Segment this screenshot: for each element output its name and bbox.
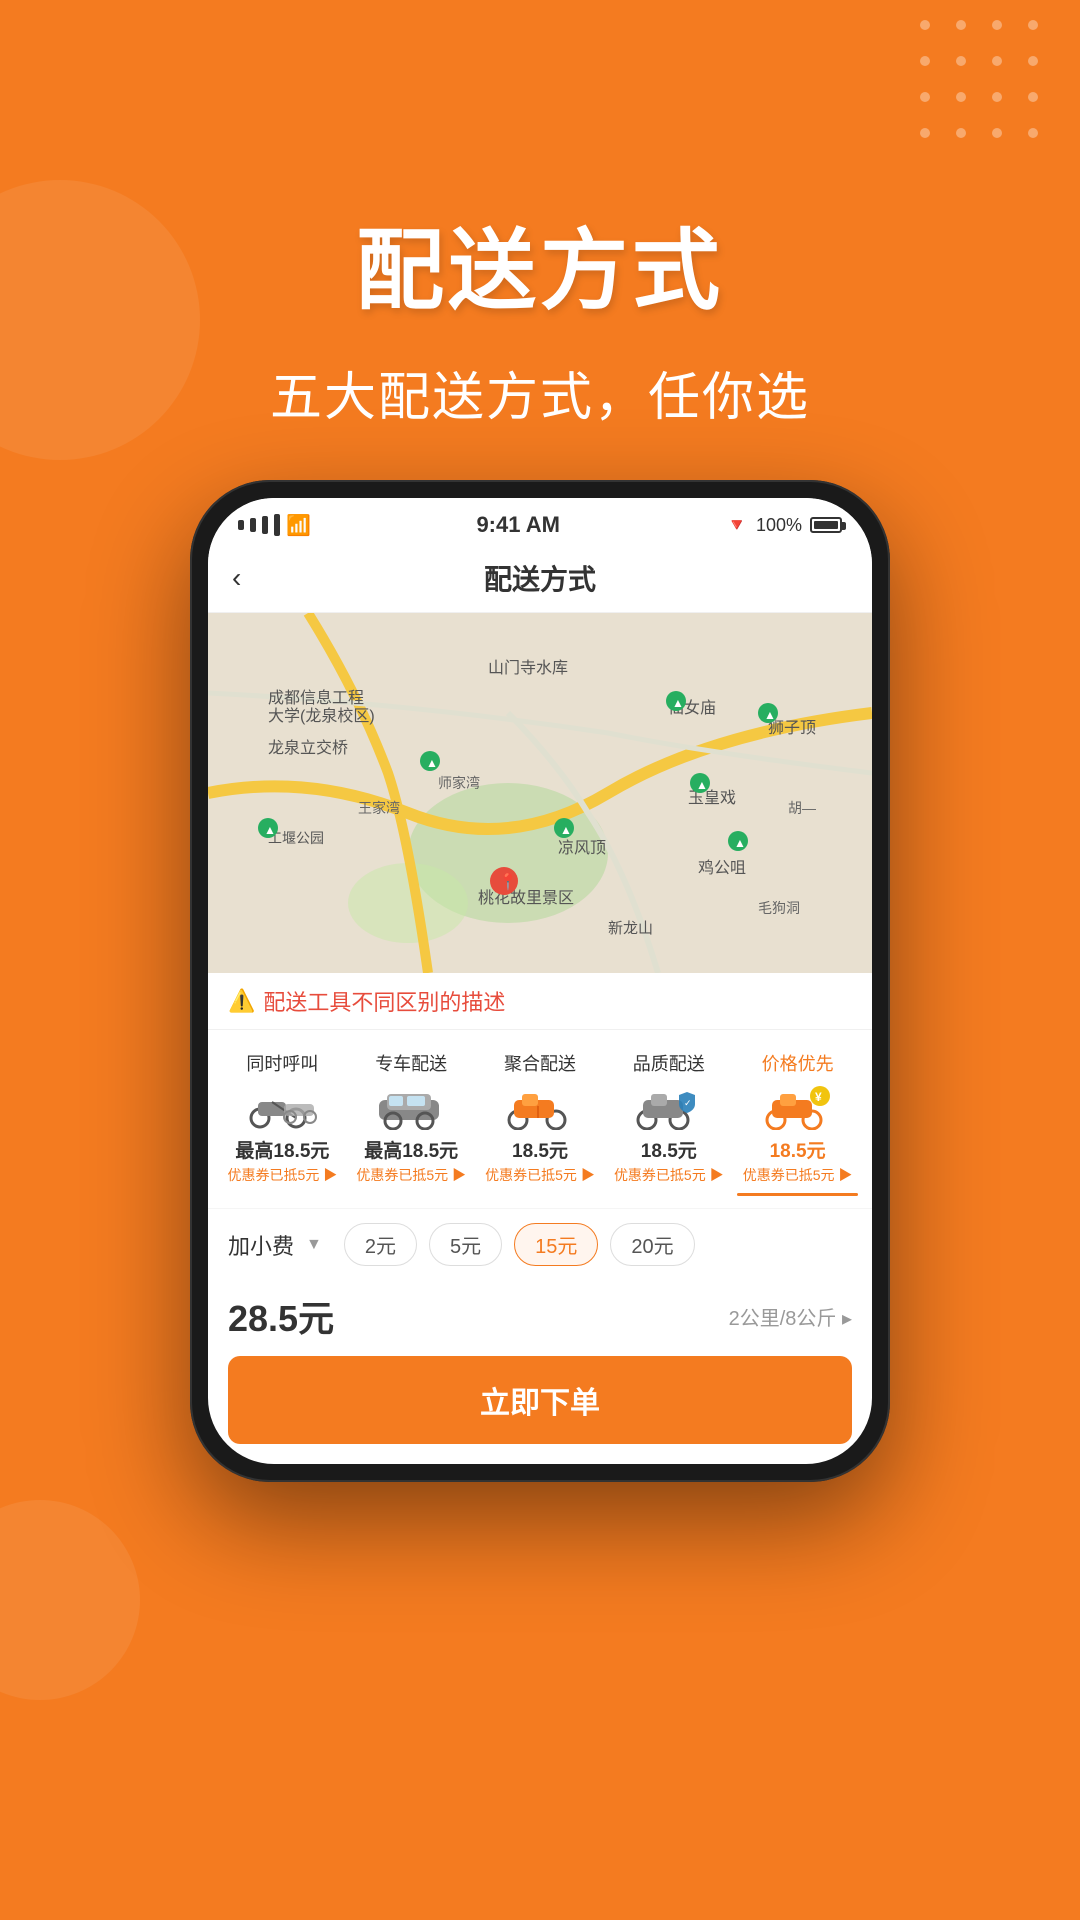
add-fee-arrow: ▼ [306,1236,322,1254]
option-icon-2 [500,1084,580,1130]
delivery-options: 同时呼叫 [208,1030,872,1208]
svg-text:鸡公咀: 鸡公咀 [698,859,746,877]
option-price-3: 18.5元 [641,1136,697,1163]
bg-arc-bottom [0,1500,140,1700]
option-coupon-2: 优惠券已抵5元 ▶ [485,1165,595,1185]
option-name-3: 品质配送 [633,1050,705,1076]
hero-section: 配送方式 五大配送方式，任你选 [0,200,1080,430]
option-price-4: 18.5元 [770,1136,826,1163]
status-bar: 📶 9:41 AM 🔻 100% [208,498,872,544]
warning-icon: ⚠️ [228,988,255,1014]
order-button[interactable]: 立即下单 [228,1356,852,1444]
option-aggregate[interactable]: 聚合配送 18.5元 优惠券已抵5元 ▶ [476,1050,605,1196]
svg-text:桃花故里景区: 桃花故里景区 [478,889,574,907]
option-underline-2 [480,1193,601,1196]
bg-dots [920,20,1050,150]
add-fee-label: 加小费 [228,1229,294,1261]
option-icon-1 [371,1084,451,1130]
option-underline-3 [608,1193,729,1196]
option-coupon-3: 优惠券已抵5元 ▶ [614,1165,724,1185]
svg-text:王家湾: 王家湾 [358,800,400,816]
app-header-title: 配送方式 [276,558,804,598]
status-left: 📶 [238,513,311,538]
option-underline-4 [737,1193,858,1196]
option-coupon-0: 优惠券已抵5元 ▶ [228,1165,338,1185]
signal-bar-1 [238,520,244,530]
svg-text:大学(龙泉校区): 大学(龙泉校区) [268,707,375,725]
phone-outer: 📶 9:41 AM 🔻 100% ‹ 配送方式 [190,480,890,1482]
option-icon-3: ✓ [629,1084,709,1130]
option-name-4: 价格优先 [762,1050,834,1076]
option-name-2: 聚合配送 [504,1050,576,1076]
svg-text:▲: ▲ [672,696,684,710]
fee-option-2[interactable]: 15元 [514,1223,598,1266]
svg-text:▲: ▲ [696,778,708,792]
app-header: ‹ 配送方式 [208,544,872,613]
svg-text:▲: ▲ [734,836,746,850]
svg-text:凉风顶: 凉风顶 [558,839,606,857]
svg-text:毛狗洞: 毛狗洞 [758,900,800,916]
signal-bar-2 [250,518,256,532]
option-simultaneous[interactable]: 同时呼叫 [218,1050,347,1196]
svg-text:师家湾: 师家湾 [438,775,480,791]
wifi-icon: 📶 [286,513,311,538]
fee-option-3[interactable]: 20元 [610,1223,694,1266]
option-icon-4: ¥ [758,1084,838,1130]
svg-text:山门寺水库: 山门寺水库 [488,659,568,677]
signal-bar-4 [274,514,280,536]
hero-title: 配送方式 [0,200,1080,327]
distance-info: 2公里/8公斤 ▸ [729,1302,852,1331]
svg-text:📍: 📍 [498,872,518,891]
hero-subtitle: 五大配送方式，任你选 [0,355,1080,430]
svg-text:▲: ▲ [560,823,572,837]
warning-bar: ⚠️ 配送工具不同区别的描述 [208,973,872,1030]
phone-inner: 📶 9:41 AM 🔻 100% ‹ 配送方式 [208,498,872,1464]
options-row: 同时呼叫 [208,1050,872,1196]
option-coupon-4: 优惠券已抵5元 ▶ [743,1165,853,1185]
status-right: 🔻 100% [726,515,842,536]
fee-option-0[interactable]: 2元 [344,1223,417,1266]
fee-option-1[interactable]: 5元 [429,1223,502,1266]
price-row: 28.5元 2公里/8公斤 ▸ [208,1280,872,1356]
signal-bar-3 [262,516,268,534]
fee-options: 2元 5元 15元 20元 [344,1223,695,1266]
option-underline-0 [222,1193,343,1196]
option-name-1: 专车配送 [375,1050,447,1076]
option-price-2: 18.5元 [512,1136,568,1163]
back-button[interactable]: ‹ [232,562,276,594]
svg-text:龙泉立交桥: 龙泉立交桥 [268,739,348,757]
svg-text:▲: ▲ [764,708,776,722]
svg-text:✓: ✓ [684,1098,692,1108]
option-underline-1 [351,1193,472,1196]
total-price: 28.5元 [228,1290,334,1342]
warning-text: 配送工具不同区别的描述 [263,985,505,1017]
svg-text:¥: ¥ [815,1090,822,1104]
option-name-0: 同时呼叫 [246,1050,318,1076]
phone-mockup: 📶 9:41 AM 🔻 100% ‹ 配送方式 [190,480,890,1482]
battery-icon [810,517,842,533]
option-price-0: 最高18.5元 [235,1136,329,1163]
option-coupon-1: 优惠券已抵5元 ▶ [356,1165,466,1185]
battery-percent: 100% [756,515,802,536]
map-area: 成都信息工程 大学(龙泉校区) 龙泉立交桥 山门寺水库 仙女庙 狮子顶 玉皇戏 … [208,613,872,973]
bluetooth-icon: 🔻 [726,515,748,536]
option-icon-0 [242,1084,322,1130]
svg-text:胡—: 胡— [788,800,816,816]
svg-text:▲: ▲ [264,823,276,837]
status-time: 9:41 AM [311,512,726,538]
svg-text:成都信息工程: 成都信息工程 [268,689,364,707]
option-private-car[interactable]: 专车配送 最高18.5元 优惠券已抵 [347,1050,476,1196]
option-premium[interactable]: 品质配送 ✓ 18.5元 [604,1050,733,1196]
option-price-first[interactable]: 价格优先 ¥ 18.5元 [733,1050,862,1196]
add-fee-row: 加小费 ▼ 2元 5元 15元 20元 [208,1208,872,1280]
svg-text:新龙山: 新龙山 [608,920,653,937]
option-price-1: 最高18.5元 [364,1136,458,1163]
svg-text:▲: ▲ [426,756,438,770]
